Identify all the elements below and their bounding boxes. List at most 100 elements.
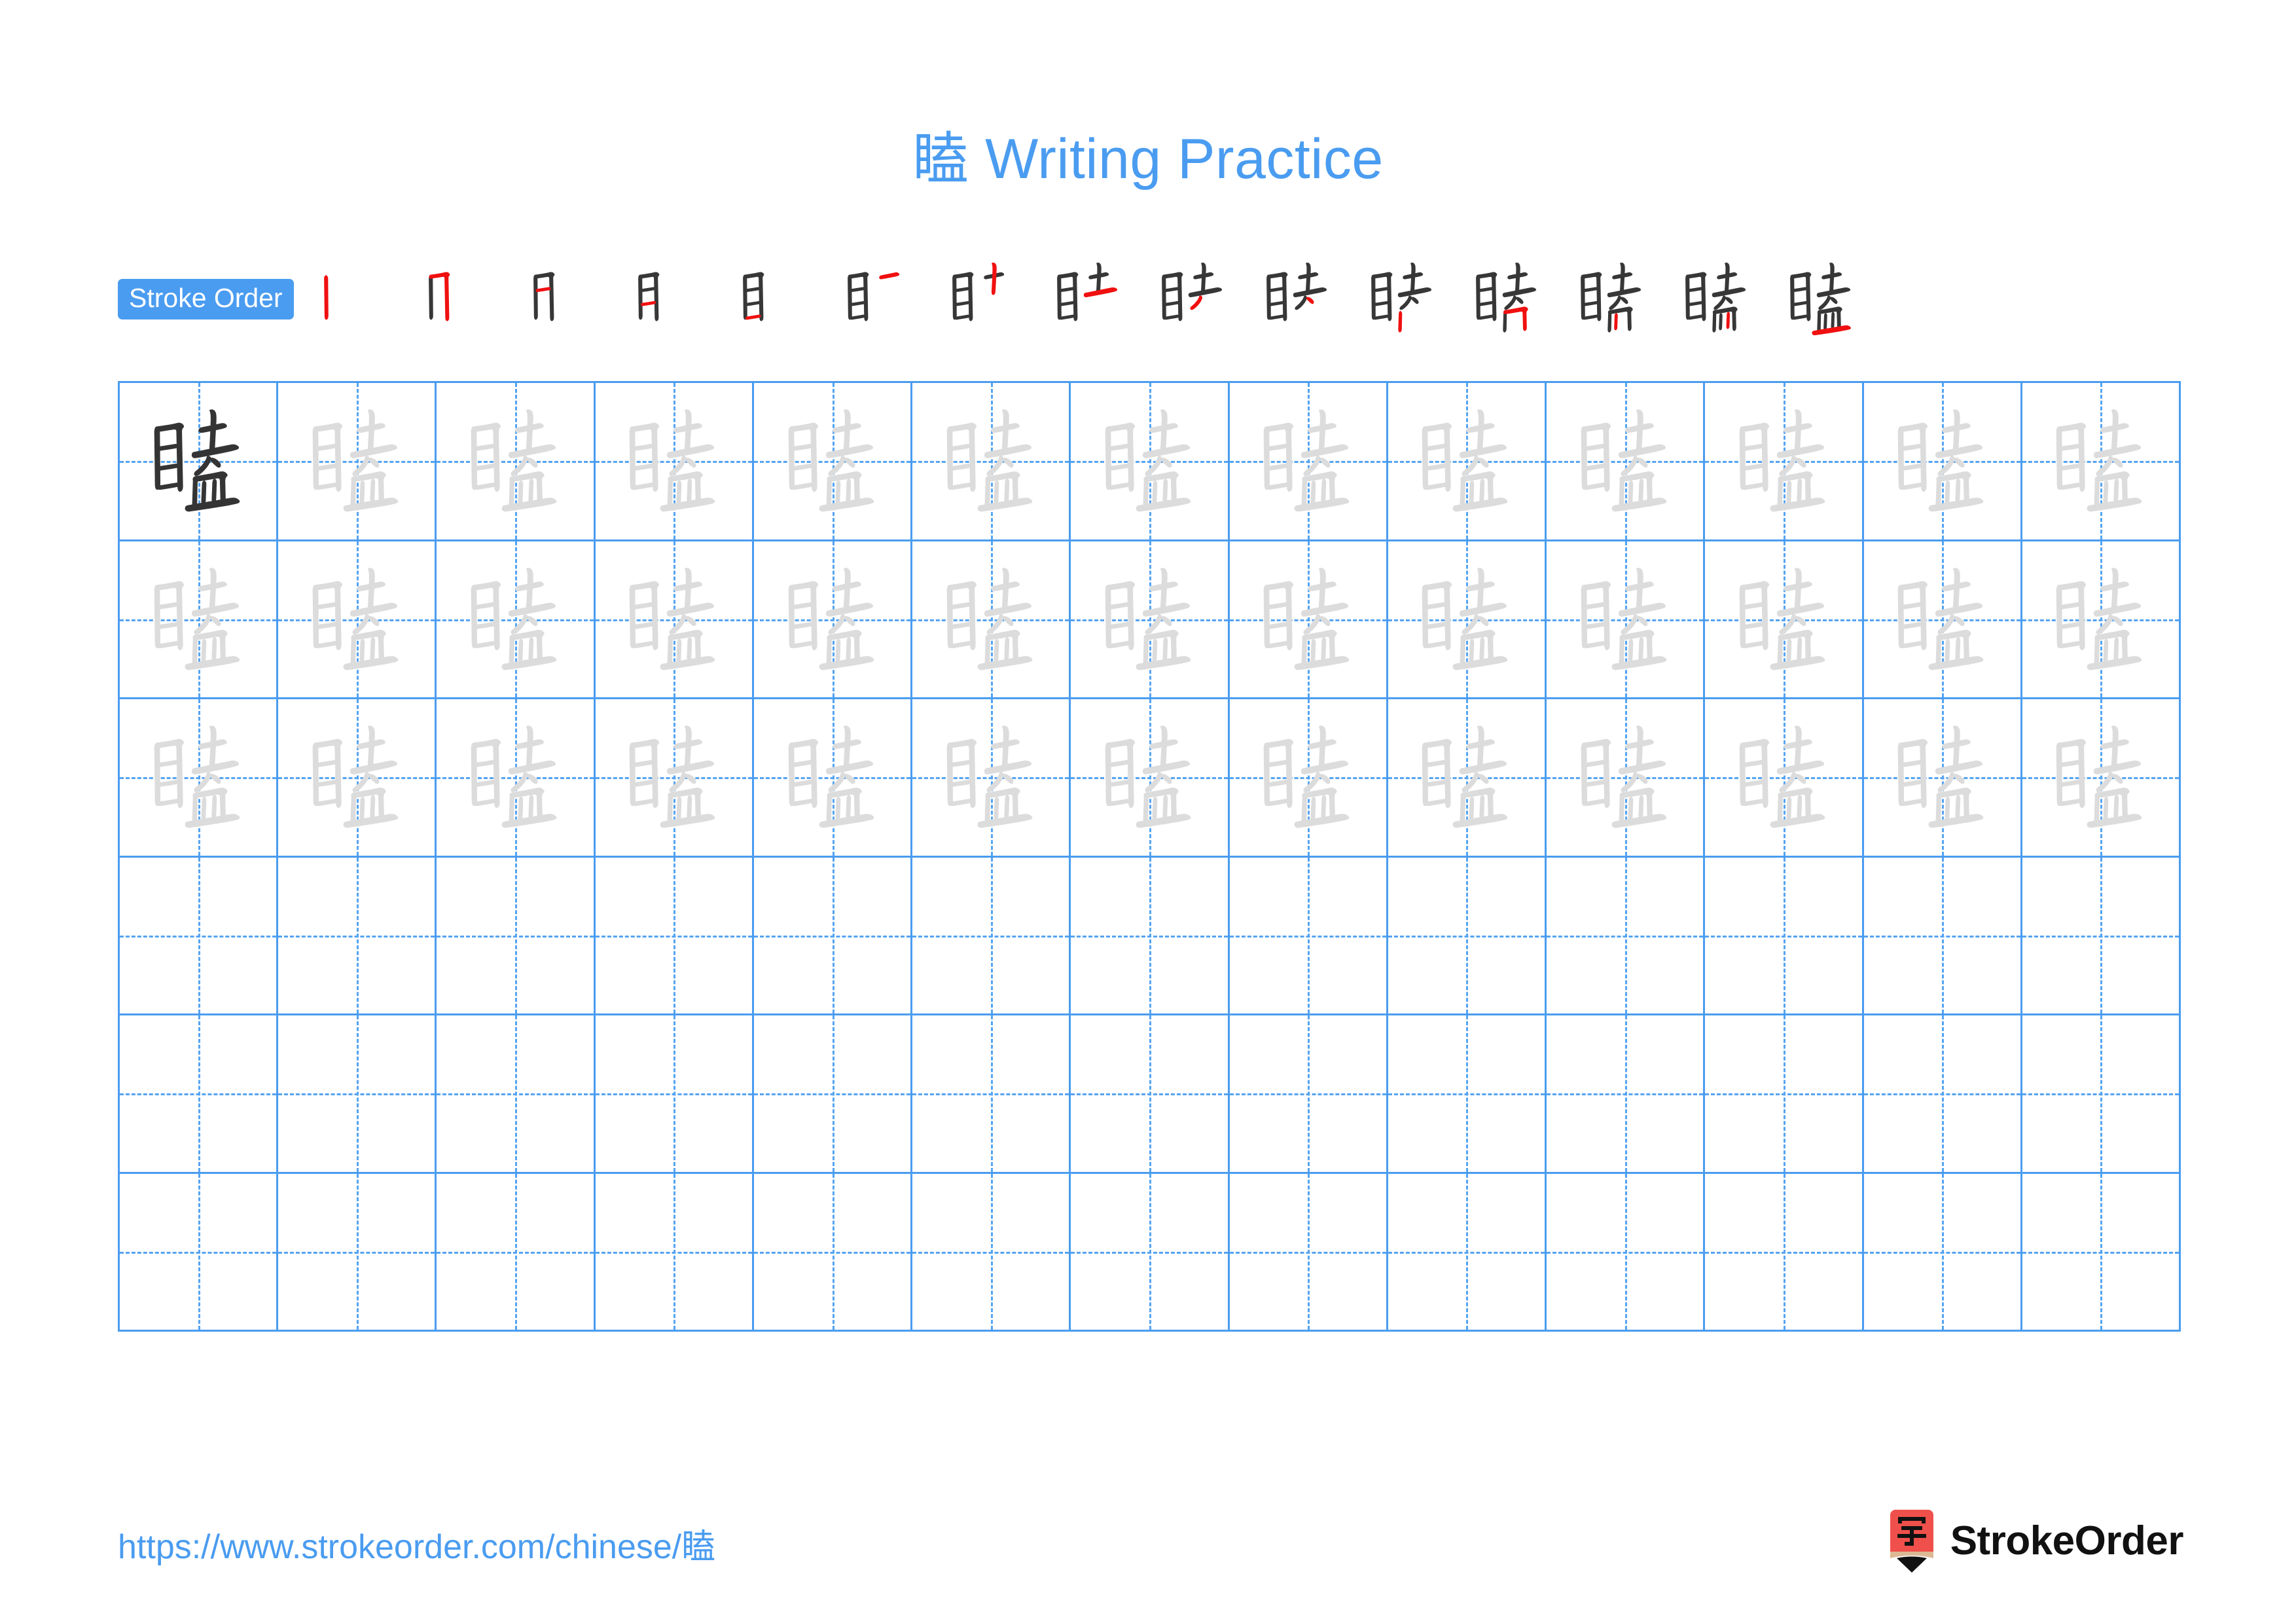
- practice-cell-r1-c8[interactable]: [1229, 383, 1388, 541]
- practice-cell-r1-c7[interactable]: [1071, 383, 1230, 541]
- practice-cell-r1-c5[interactable]: [753, 383, 913, 541]
- practice-cell-r5-c3[interactable]: [437, 1015, 596, 1174]
- strokeorder-logo-icon: [1888, 1510, 1936, 1573]
- practice-cell-r1-c1[interactable]: [120, 383, 279, 541]
- practice-cell-r4-c6[interactable]: [912, 857, 1071, 1015]
- practice-cell-r6-c13[interactable]: [2022, 1173, 2181, 1332]
- practice-cell-r5-c6[interactable]: [912, 1015, 1071, 1174]
- practice-character-trace: [754, 383, 910, 539]
- practice-cell-r6-c6[interactable]: [912, 1173, 1071, 1332]
- practice-cell-r5-c10[interactable]: [1547, 1015, 1706, 1174]
- practice-cell-r4-c10[interactable]: [1547, 857, 1706, 1015]
- practice-cell-r2-c5[interactable]: [753, 541, 913, 699]
- page-title-character: 瞌: [912, 126, 969, 192]
- practice-cell-r1-c12[interactable]: [1863, 383, 2022, 541]
- practice-cell-r1-c10[interactable]: [1547, 383, 1706, 541]
- practice-cell-r6-c4[interactable]: [595, 1173, 754, 1332]
- practice-cell-r2-c7[interactable]: [1071, 541, 1230, 699]
- practice-cell-r1-c9[interactable]: [1388, 383, 1547, 541]
- practice-character-trace: [1864, 383, 2020, 539]
- practice-cell-r4-c8[interactable]: [1229, 857, 1388, 1015]
- practice-cell-r3-c7[interactable]: [1071, 699, 1230, 858]
- practice-cell-r1-c13[interactable]: [2022, 383, 2181, 541]
- practice-cell-r2-c12[interactable]: [1863, 541, 2022, 699]
- practice-cell-r3-c9[interactable]: [1388, 699, 1547, 858]
- practice-character-trace: [437, 383, 593, 539]
- practice-cell-r1-c3[interactable]: [437, 383, 596, 541]
- practice-character-trace: [1071, 541, 1227, 698]
- practice-cell-r1-c6[interactable]: [912, 383, 1071, 541]
- practice-cell-r4-c12[interactable]: [1863, 857, 2022, 1015]
- practice-cell-r3-c8[interactable]: [1229, 699, 1388, 858]
- practice-cell-r4-c5[interactable]: [753, 857, 913, 1015]
- practice-cell-r1-c2[interactable]: [278, 383, 437, 541]
- practice-character-trace: [1547, 541, 1703, 698]
- practice-cell-r2-c3[interactable]: [437, 541, 596, 699]
- practice-cell-r3-c13[interactable]: [2022, 699, 2181, 858]
- practice-cell-r2-c10[interactable]: [1547, 541, 1706, 699]
- practice-cell-r3-c10[interactable]: [1547, 699, 1706, 858]
- practice-cell-r3-c6[interactable]: [912, 699, 1071, 858]
- practice-cell-r5-c12[interactable]: [1863, 1015, 2022, 1174]
- practice-cell-r2-c11[interactable]: [1705, 541, 1864, 699]
- practice-cell-r5-c9[interactable]: [1388, 1015, 1547, 1174]
- practice-cell-r4-c9[interactable]: [1388, 857, 1547, 1015]
- practice-cell-r3-c12[interactable]: [1863, 699, 2022, 858]
- practice-cell-r3-c5[interactable]: [753, 699, 913, 858]
- practice-cell-r1-c11[interactable]: [1705, 383, 1864, 541]
- footer-url-prefix: https://www.strokeorder.com/chinese/: [118, 1528, 682, 1566]
- practice-cell-r2-c6[interactable]: [912, 541, 1071, 699]
- practice-cell-r2-c2[interactable]: [278, 541, 437, 699]
- practice-character-trace: [1388, 541, 1545, 698]
- practice-cell-r6-c12[interactable]: [1863, 1173, 2022, 1332]
- stroke-step-5: [722, 257, 827, 341]
- practice-cell-r4-c13[interactable]: [2022, 857, 2181, 1015]
- practice-cell-r2-c13[interactable]: [2022, 541, 2181, 699]
- practice-cell-r4-c3[interactable]: [437, 857, 596, 1015]
- practice-cell-r5-c7[interactable]: [1071, 1015, 1230, 1174]
- practice-cell-r5-c1[interactable]: [120, 1015, 279, 1174]
- practice-character-trace: [120, 541, 276, 698]
- stroke-step-13: [1560, 257, 1664, 341]
- practice-cell-r6-c2[interactable]: [278, 1173, 437, 1332]
- practice-cell-r5-c5[interactable]: [753, 1015, 913, 1174]
- practice-cell-r5-c11[interactable]: [1705, 1015, 1864, 1174]
- practice-character-trace: [1071, 699, 1227, 856]
- practice-cell-r4-c4[interactable]: [595, 857, 754, 1015]
- practice-cell-r3-c4[interactable]: [595, 699, 754, 858]
- practice-cell-r2-c9[interactable]: [1388, 541, 1547, 699]
- practice-cell-r6-c8[interactable]: [1229, 1173, 1388, 1332]
- practice-character-trace: [120, 699, 276, 856]
- stroke-step-4: [617, 257, 722, 341]
- practice-cell-r4-c11[interactable]: [1705, 857, 1864, 1015]
- practice-cell-r2-c8[interactable]: [1229, 541, 1388, 699]
- practice-cell-r5-c13[interactable]: [2022, 1015, 2181, 1174]
- practice-cell-r6-c1[interactable]: [120, 1173, 279, 1332]
- practice-cell-r3-c1[interactable]: [120, 699, 279, 858]
- footer-url-link[interactable]: https://www.strokeorder.com/chinese/瞌: [118, 1519, 715, 1568]
- practice-cell-r6-c7[interactable]: [1071, 1173, 1230, 1332]
- stroke-step-11: [1350, 257, 1455, 341]
- practice-character-trace: [1230, 383, 1386, 539]
- practice-cell-r6-c11[interactable]: [1705, 1173, 1864, 1332]
- practice-cell-r6-c3[interactable]: [437, 1173, 596, 1332]
- practice-cell-r3-c11[interactable]: [1705, 699, 1864, 858]
- practice-character-trace: [278, 383, 435, 539]
- practice-cell-r5-c2[interactable]: [278, 1015, 437, 1174]
- practice-cell-r5-c8[interactable]: [1229, 1015, 1388, 1174]
- practice-cell-r6-c5[interactable]: [753, 1173, 913, 1332]
- practice-cell-r2-c1[interactable]: [120, 541, 279, 699]
- practice-character-trace: [1864, 699, 2020, 856]
- practice-cell-r3-c2[interactable]: [278, 699, 437, 858]
- practice-cell-r4-c1[interactable]: [120, 857, 279, 1015]
- practice-character-trace: [596, 541, 752, 698]
- practice-cell-r6-c9[interactable]: [1388, 1173, 1547, 1332]
- practice-cell-r3-c3[interactable]: [437, 699, 596, 858]
- practice-cell-r4-c7[interactable]: [1071, 857, 1230, 1015]
- stroke-step-7: [931, 257, 1036, 341]
- practice-cell-r2-c4[interactable]: [595, 541, 754, 699]
- practice-cell-r1-c4[interactable]: [595, 383, 754, 541]
- practice-cell-r6-c10[interactable]: [1547, 1173, 1706, 1332]
- practice-cell-r5-c4[interactable]: [595, 1015, 754, 1174]
- practice-cell-r4-c2[interactable]: [278, 857, 437, 1015]
